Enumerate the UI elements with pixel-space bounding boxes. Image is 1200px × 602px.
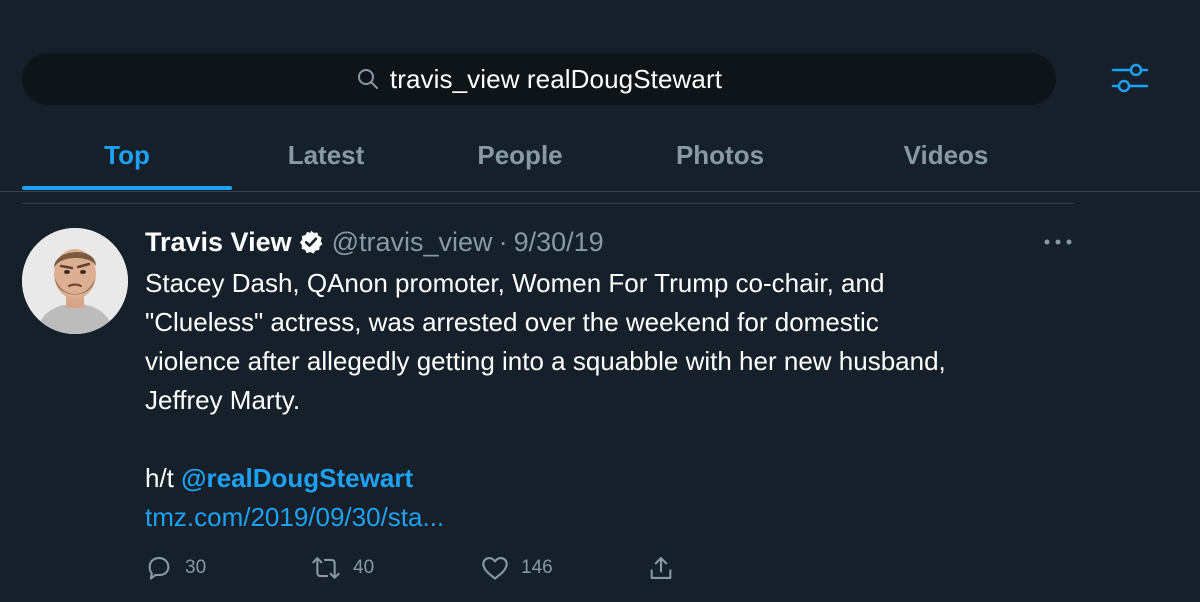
tweet-text-line: Stacey Dash, QAnon promoter, Women For T… — [145, 268, 885, 298]
search-filter-button[interactable] — [1108, 60, 1152, 100]
tweet-date[interactable]: 9/30/19 — [514, 227, 604, 258]
verified-badge-icon — [298, 229, 324, 255]
mention-link[interactable]: @realDougStewart — [181, 463, 413, 493]
avatar[interactable] — [22, 228, 128, 334]
share-icon — [647, 554, 675, 582]
header-separator: · — [498, 226, 508, 257]
tab-videos[interactable]: Videos — [846, 122, 1046, 188]
search-query-text: travis_view realDougStewart — [389, 63, 723, 94]
reply-count: 30 — [185, 557, 207, 578]
tweet-text-line: Jeffrey Marty. — [145, 385, 301, 415]
tweet-more-button[interactable] — [1040, 228, 1076, 256]
tweet-text: Stacey Dash, QAnon promoter, Women For T… — [145, 264, 1075, 537]
reply-button[interactable]: 30 — [145, 548, 206, 588]
tweet-text-line: "Clueless" actress, was arrested over th… — [145, 307, 879, 337]
search-input[interactable]: travis_view realDougStewart — [22, 53, 1056, 105]
tab-latest[interactable]: Latest — [226, 122, 426, 188]
sliders-icon — [1110, 60, 1150, 101]
article-link[interactable]: tmz.com/2019/09/30/sta... — [145, 502, 444, 532]
hat-tip-prefix: h/t — [145, 463, 182, 493]
hat-tip-line: h/t @realDougStewart — [145, 459, 1075, 498]
author-name[interactable]: Travis View — [145, 227, 292, 258]
tab-people[interactable]: People — [420, 122, 620, 188]
search-results-screen: travis_view realDougStewart Top Latest P… — [0, 0, 1200, 602]
search-tabs: Top Latest People Photos Videos — [0, 122, 1200, 192]
author-handle[interactable]: @travis_view — [332, 227, 493, 258]
tab-top[interactable]: Top — [22, 122, 232, 188]
tweet-text-line: violence after allegedly getting into a … — [145, 346, 946, 376]
retweet-button[interactable]: 40 — [311, 548, 374, 588]
retweet-icon — [311, 555, 341, 581]
like-button[interactable]: 146 — [481, 548, 553, 588]
active-tab-indicator — [22, 186, 232, 190]
tab-photos[interactable]: Photos — [620, 122, 820, 188]
more-horizontal-icon — [1043, 233, 1073, 251]
like-count: 146 — [521, 557, 553, 578]
divider — [22, 203, 1074, 204]
reply-icon — [145, 554, 173, 582]
heart-icon — [481, 555, 509, 581]
tweet-header: Travis View @travis_view · 9/30/19 — [145, 224, 604, 260]
retweet-count: 40 — [353, 557, 375, 578]
share-button[interactable] — [647, 548, 687, 588]
search-icon — [356, 66, 382, 92]
tweet-actions: 30 40 146 — [145, 548, 745, 588]
